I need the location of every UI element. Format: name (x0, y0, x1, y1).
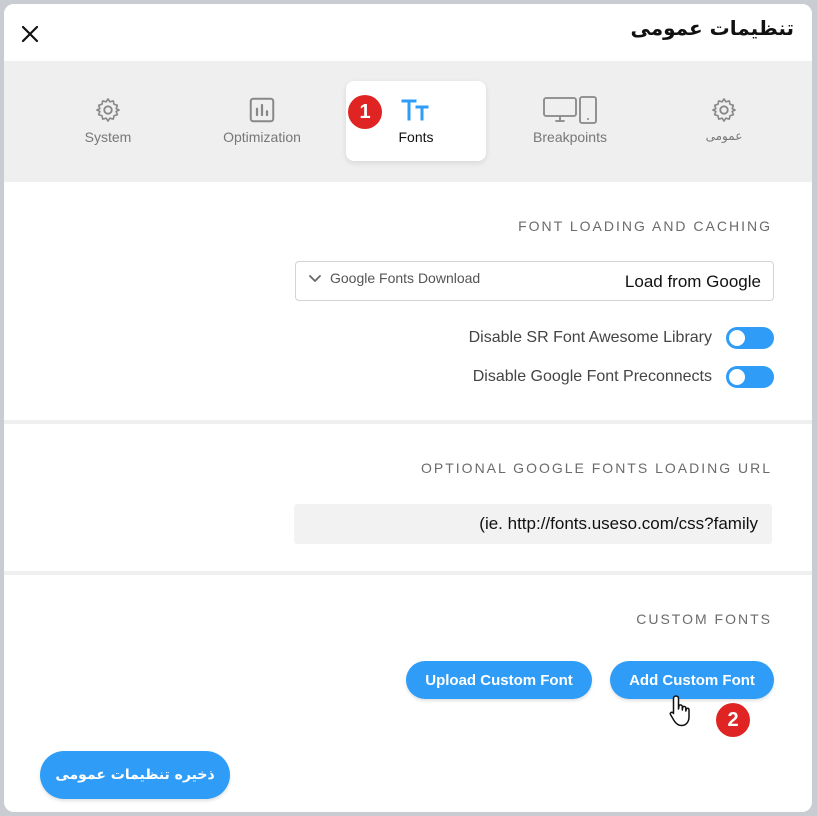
tab-label: عمومی (705, 129, 743, 143)
toggle-label: Disable Google Font Preconnects (472, 368, 712, 385)
tab-general[interactable]: عمومی (654, 81, 794, 161)
section-divider (4, 571, 812, 575)
select-option-text: Google Fonts Download (330, 270, 481, 286)
preconnect-toggle[interactable] (726, 366, 774, 388)
settings-modal: تنظیمات عمومی System Optimization Fonts … (4, 4, 812, 812)
toggle-row-font-awesome: Disable SR Font Awesome Library (469, 326, 774, 350)
font-loading-select[interactable]: Google Fonts Download Load from Google (295, 261, 774, 301)
section-title-font-loading: FONT LOADING AND CACHING (518, 218, 772, 234)
tab-label: Fonts (398, 129, 434, 145)
chevron-down-icon (309, 275, 321, 282)
step-badge-2: 2 (716, 703, 750, 737)
toggle-knob (729, 330, 745, 346)
step-badge-1: 1 (348, 95, 382, 129)
upload-custom-font-button[interactable]: Upload Custom Font (406, 661, 592, 699)
close-icon (21, 25, 39, 43)
tab-label: Optimization (223, 129, 301, 145)
gear-icon (96, 98, 120, 122)
tab-bar: System Optimization Fonts Breakpoints عم… (4, 61, 812, 182)
bar-chart-icon (249, 97, 275, 123)
toggle-knob (729, 369, 745, 385)
tab-breakpoints[interactable]: Breakpoints (500, 81, 640, 161)
modal-title: تنظیمات عمومی (630, 16, 794, 40)
close-button[interactable] (18, 22, 42, 46)
font-size-icon (401, 99, 429, 121)
tab-label: Breakpoints (533, 129, 607, 145)
toggle-row-preconnects: Disable Google Font Preconnects (473, 365, 774, 389)
tab-label: System (84, 129, 132, 145)
select-value: Load from Google (624, 272, 761, 291)
font-awesome-toggle[interactable] (726, 327, 774, 349)
google-fonts-url-input[interactable]: (ie. http://fonts.useso.com/css?family (294, 504, 772, 544)
modal-header: تنظیمات عمومی (4, 4, 812, 61)
section-title-custom-fonts: CUSTOM FONTS (636, 611, 772, 627)
section-title-google-url: OPTIONAL GOOGLE FONTS LOADING URL (421, 460, 772, 476)
hand-cursor-icon (669, 695, 690, 727)
save-general-settings-button[interactable]: ذخیره تنظیمات عمومی (40, 751, 230, 799)
tab-system[interactable]: System (38, 81, 178, 161)
toggle-label: Disable SR Font Awesome Library (468, 329, 712, 346)
section-divider (4, 420, 812, 424)
devices-icon (543, 96, 597, 124)
gear-icon (712, 98, 736, 122)
tab-optimization[interactable]: Optimization (192, 81, 332, 161)
url-input-value: (ie. http://fonts.useso.com/css?family (479, 514, 758, 533)
